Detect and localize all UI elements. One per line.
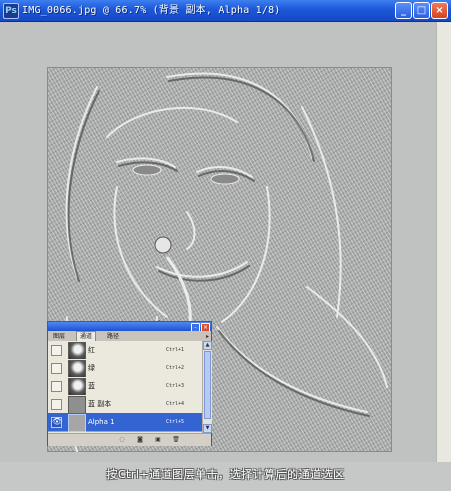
palette-footer: ◌ ◙ ▣ 🗑 [48,433,211,446]
visibility-toggle[interactable]: 👁 [51,417,62,428]
channel-row-blue-copy[interactable]: 蓝 副本 Ctrl+4 [48,395,202,414]
channel-row-blue[interactable]: 蓝 Ctrl+3 [48,377,202,396]
channel-name: Alpha 1 [88,418,115,426]
scroll-down-icon[interactable]: ▼ [203,424,212,433]
instruction-caption: 按Ctrl+通道图层单击，选择计算后的通道选区 [106,468,345,481]
channel-name: 红 [88,346,95,354]
visibility-toggle[interactable] [51,399,62,410]
close-button[interactable]: × [431,2,448,19]
channel-shortcut: Ctrl+4 [166,401,185,407]
scroll-thumb[interactable] [204,351,211,419]
channel-shortcut: Ctrl+3 [166,383,185,389]
channel-row-red[interactable]: 红 Ctrl+1 [48,341,202,360]
maximize-button[interactable]: □ [413,2,430,19]
tab-layers[interactable]: 图层 [50,332,68,341]
channel-thumbnail [68,396,86,414]
palette-scrollbar[interactable]: ▲ ▼ [202,341,212,433]
new-channel-icon[interactable]: ▣ [154,436,162,443]
minimize-button[interactable]: _ [395,2,412,19]
channel-row-green[interactable]: 绿 Ctrl+2 [48,359,202,378]
channel-row-alpha-1[interactable]: 👁 Alpha 1 Ctrl+5 [48,413,202,432]
channel-shortcut: Ctrl+1 [166,347,185,353]
channel-name: 绿 [88,364,95,372]
channel-thumbnail [68,378,86,396]
channel-thumbnail [68,360,86,378]
channel-thumbnail [68,414,86,432]
channel-shortcut: Ctrl+5 [166,419,185,425]
window-title-bar[interactable]: Ps IMG_0066.jpg @ 66.7% (背景 副本, Alpha 1/… [0,0,451,22]
panel-menu-icon[interactable]: ▸ [206,332,209,341]
channel-thumbnail [68,342,86,360]
channels-palette[interactable]: - × 图层 通道 路径 ▸ 红 Ctrl+1 绿 Ctrl+2 蓝 Ctrl+… [47,321,212,446]
save-selection-icon[interactable]: ◙ [136,436,144,443]
vertical-scrollbar[interactable] [436,22,451,462]
palette-tabs: 图层 通道 路径 ▸ [48,331,211,341]
tab-channels[interactable]: 通道 [76,331,97,341]
channel-name: 蓝 副本 [88,400,112,408]
eye-icon: 👁 [52,417,63,426]
channel-list: 红 Ctrl+1 绿 Ctrl+2 蓝 Ctrl+3 蓝 副本 Ctrl+4 👁 [48,341,202,433]
channel-name: 蓝 [88,382,95,390]
photoshop-icon: Ps [3,3,19,19]
visibility-toggle[interactable] [51,381,62,392]
palette-title-bar[interactable]: - × [48,322,211,332]
visibility-toggle[interactable] [51,363,62,374]
window-title: IMG_0066.jpg @ 66.7% (背景 副本, Alpha 1/8) [22,5,281,16]
scroll-up-icon[interactable]: ▲ [203,341,212,350]
channel-shortcut: Ctrl+2 [166,365,185,371]
tab-paths[interactable]: 路径 [104,332,122,341]
delete-icon[interactable]: 🗑 [172,436,180,443]
visibility-toggle[interactable] [51,345,62,356]
load-selection-icon[interactable]: ◌ [118,436,126,443]
